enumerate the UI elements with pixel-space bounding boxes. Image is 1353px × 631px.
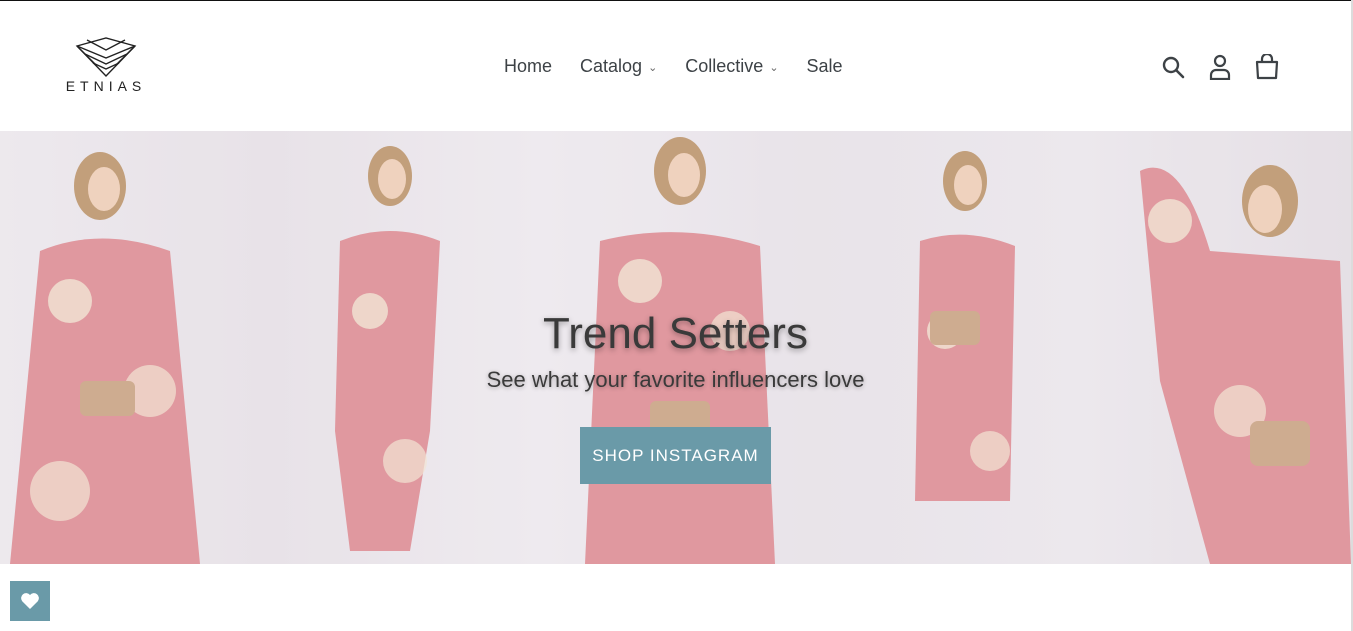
cart-button[interactable] bbox=[1253, 53, 1281, 81]
nav-collective[interactable]: Collective ⌄ bbox=[685, 56, 778, 77]
chevron-down-icon: ⌄ bbox=[648, 61, 658, 74]
hero-subtitle: See what your favorite influencers love bbox=[486, 367, 865, 392]
heart-icon bbox=[21, 593, 39, 609]
nav-home[interactable]: Home bbox=[504, 56, 552, 77]
header-icons bbox=[1140, 53, 1281, 81]
logo-text: ETNIAS bbox=[65, 78, 147, 94]
cart-icon bbox=[1255, 54, 1279, 80]
hero-banner: Trend Setters See what your favorite inf… bbox=[0, 131, 1351, 564]
nav-collective-label: Collective bbox=[685, 55, 764, 76]
shop-instagram-button[interactable]: SHOP INSTAGRAM bbox=[580, 427, 771, 484]
search-icon bbox=[1162, 56, 1185, 79]
nav-catalog-label: Catalog bbox=[580, 55, 643, 76]
hero-title: Trend Setters bbox=[543, 309, 808, 358]
wishlist-button[interactable] bbox=[10, 581, 50, 621]
site-header: ETNIAS Home Catalog ⌄ Collective ⌄ Sale bbox=[0, 1, 1351, 131]
main-nav: Home Catalog ⌄ Collective ⌄ Sale bbox=[490, 51, 857, 81]
account-icon bbox=[1209, 54, 1231, 80]
search-button[interactable] bbox=[1159, 53, 1187, 81]
chevron-down-icon: ⌄ bbox=[769, 61, 779, 74]
logo[interactable]: ETNIAS bbox=[58, 34, 154, 98]
account-button[interactable] bbox=[1206, 53, 1234, 81]
nav-sale-label: Sale bbox=[806, 55, 843, 76]
nav-home-label: Home bbox=[504, 55, 553, 76]
nav-catalog[interactable]: Catalog ⌄ bbox=[580, 56, 657, 77]
nav-sale[interactable]: Sale bbox=[807, 56, 843, 77]
logo-mark-icon bbox=[75, 37, 137, 78]
